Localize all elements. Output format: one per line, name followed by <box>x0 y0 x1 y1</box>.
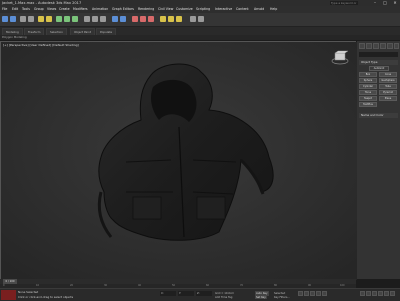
zoom-icon[interactable] <box>360 291 365 296</box>
menu-rendering[interactable]: Rendering <box>138 6 154 13</box>
viewcube-icon[interactable] <box>331 50 349 66</box>
maxscript-listener[interactable] <box>1 290 16 300</box>
scene-explorer-icon[interactable] <box>198 16 204 22</box>
pan-icon[interactable] <box>372 291 377 296</box>
perspective-viewport[interactable] <box>0 41 357 280</box>
menu-animation[interactable]: Animation <box>92 6 108 13</box>
select-icon[interactable] <box>38 16 44 22</box>
tube-button[interactable]: Tube <box>379 84 397 89</box>
menu-help[interactable]: Help <box>270 6 277 13</box>
menu-arnold[interactable]: Arnold <box>254 6 264 13</box>
render-icon[interactable] <box>176 16 182 22</box>
box-button[interactable]: Box <box>359 72 377 77</box>
play-icon[interactable] <box>310 291 315 296</box>
x-coordinate-field[interactable]: X: <box>160 291 176 296</box>
curve-editor-icon[interactable] <box>132 16 138 22</box>
menu-edit[interactable]: Edit <box>12 6 18 13</box>
menu-file[interactable]: File <box>2 6 7 13</box>
maximize-viewport-icon[interactable] <box>390 291 395 296</box>
menu-customize[interactable]: Customize <box>176 6 193 13</box>
schematic-icon[interactable] <box>140 16 146 22</box>
rotate-icon[interactable] <box>64 16 70 22</box>
plane-button[interactable]: Plane <box>379 96 397 101</box>
motion-tab-icon[interactable] <box>380 43 386 49</box>
menu-modifiers[interactable]: Modifiers <box>73 6 88 13</box>
status-bar: None Selected Click or click-and-drag to… <box>0 288 400 301</box>
add-time-tag-button[interactable]: Add Time Tag <box>215 296 232 299</box>
render-frame-icon[interactable] <box>168 16 174 22</box>
section-object-type[interactable]: Object Type <box>359 60 398 65</box>
viewport-label[interactable]: [+] [Perspective] [User Defined] [Defaul… <box>3 43 79 47</box>
prompt-line: Click or click-and-drag to select object… <box>18 295 74 299</box>
go-to-start-icon[interactable] <box>298 291 303 296</box>
menu-graph-editors[interactable]: Graph Editors <box>112 6 134 13</box>
zoom-all-icon[interactable] <box>366 291 371 296</box>
menu-civil-view[interactable]: Civil View <box>158 6 173 13</box>
orbit-icon[interactable] <box>378 291 383 296</box>
ribbon-sub-label: Polygon Modeling <box>2 35 27 39</box>
link-icon[interactable] <box>20 16 26 22</box>
teapot-button[interactable]: Teapot <box>359 96 377 101</box>
display-tab-icon[interactable] <box>387 43 393 49</box>
object-category-field[interactable] <box>359 52 398 57</box>
menu-content[interactable]: Content <box>236 6 249 13</box>
menu-interactive[interactable]: Interactive <box>215 6 232 13</box>
cylinder-button[interactable]: Cylinder <box>359 84 377 89</box>
layer-icon[interactable] <box>190 16 196 22</box>
material-editor-icon[interactable] <box>148 16 154 22</box>
command-panel-tabs <box>357 43 400 50</box>
main-toolbar <box>0 13 400 27</box>
render-setup-icon[interactable] <box>160 16 166 22</box>
menu-bar: File Edit Tools Group Views Create Modif… <box>0 6 400 13</box>
menu-tools[interactable]: Tools <box>22 6 30 13</box>
autogrid-checkbox[interactable]: AutoGrid <box>369 66 389 71</box>
pyramid-button[interactable]: Pyramid <box>379 90 397 95</box>
utilities-tab-icon[interactable] <box>394 43 399 49</box>
redo-icon[interactable] <box>10 16 16 22</box>
set-key-button[interactable]: Set Key <box>255 296 267 299</box>
align-icon[interactable] <box>120 16 126 22</box>
viewport-canvas[interactable] <box>1 42 357 280</box>
snap-icon[interactable] <box>84 16 90 22</box>
menu-create[interactable]: Create <box>59 6 70 13</box>
z-coordinate-field[interactable]: Z: <box>196 291 212 296</box>
menu-group[interactable]: Group <box>34 6 44 13</box>
go-to-end-icon[interactable] <box>322 291 327 296</box>
percent-snap-icon[interactable] <box>100 16 106 22</box>
ribbon-subbar: Polygon Modeling <box>0 35 400 40</box>
create-tab-icon[interactable] <box>359 43 365 49</box>
modify-tab-icon[interactable] <box>366 43 372 49</box>
section-name-and-color[interactable]: Name and Color <box>359 113 398 118</box>
command-panel: Object Type AutoGrid Box Cone Sphere Geo… <box>357 41 400 279</box>
move-icon[interactable] <box>56 16 62 22</box>
hierarchy-tab-icon[interactable] <box>373 43 379 49</box>
search-input[interactable]: Type a keyword or phrase <box>330 1 358 9</box>
ribbon: Modeling Freeform Selection Object Paint… <box>0 27 400 36</box>
scale-icon[interactable] <box>72 16 78 22</box>
undo-icon[interactable] <box>2 16 8 22</box>
textplus-button[interactable]: TextPlus <box>359 102 377 107</box>
menu-views[interactable]: Views <box>47 6 56 13</box>
select-region-icon[interactable] <box>46 16 52 22</box>
geosphere-button[interactable]: GeoSphere <box>379 78 397 83</box>
cone-button[interactable]: Cone <box>379 72 397 77</box>
sphere-button[interactable]: Sphere <box>359 78 377 83</box>
key-filters-button[interactable]: Key Filters... <box>274 296 290 299</box>
menu-scripting[interactable]: Scripting <box>196 6 210 13</box>
field-of-view-icon[interactable] <box>384 291 389 296</box>
y-coordinate-field[interactable]: Y: <box>178 291 194 296</box>
next-frame-icon[interactable] <box>316 291 321 296</box>
torus-button[interactable]: Torus <box>359 90 377 95</box>
mirror-icon[interactable] <box>112 16 118 22</box>
previous-frame-icon[interactable] <box>304 291 309 296</box>
angle-snap-icon[interactable] <box>92 16 98 22</box>
unlink-icon[interactable] <box>28 16 34 22</box>
selection-status: None Selected <box>18 290 39 294</box>
